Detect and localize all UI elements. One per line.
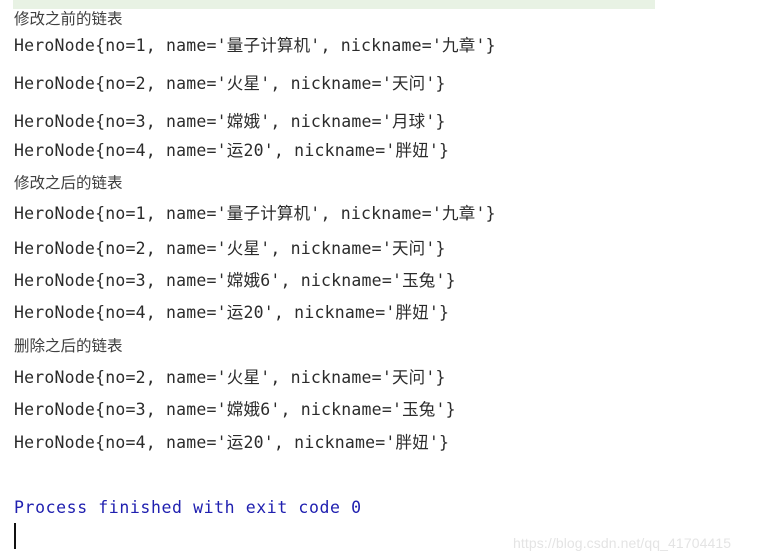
- exit-code-message: Process finished with exit code 0: [14, 498, 362, 517]
- console-line: HeroNode{no=4, name='运20', nickname='胖妞'…: [14, 141, 450, 160]
- section-heading: 删除之后的链表: [14, 337, 123, 355]
- section-heading: 修改之后的链表: [14, 174, 123, 192]
- section-heading: 修改之前的链表: [14, 10, 123, 28]
- console-line: HeroNode{no=3, name='嫦娥6', nickname='玉兔'…: [14, 271, 456, 290]
- console-line: HeroNode{no=4, name='运20', nickname='胖妞'…: [14, 303, 450, 322]
- console-line: HeroNode{no=3, name='嫦娥', nickname='月球'}: [14, 112, 446, 131]
- console-line: HeroNode{no=3, name='嫦娥6', nickname='玉兔'…: [14, 400, 456, 419]
- text-caret: [14, 523, 16, 549]
- console-line: HeroNode{no=2, name='火星', nickname='天问'}: [14, 368, 446, 387]
- watermark-text: https://blog.csdn.net/qq_41704415: [513, 535, 732, 551]
- console-line: HeroNode{no=1, name='量子计算机', nickname='九…: [14, 36, 496, 55]
- console-line: HeroNode{no=4, name='运20', nickname='胖妞'…: [14, 433, 450, 452]
- console-line: HeroNode{no=1, name='量子计算机', nickname='九…: [14, 204, 496, 223]
- console-line: HeroNode{no=2, name='火星', nickname='天问'}: [14, 239, 446, 258]
- console-line: HeroNode{no=2, name='火星', nickname='天问'}: [14, 74, 446, 93]
- console-output-panel[interactable]: 修改之前的链表 HeroNode{no=1, name='量子计算机', nic…: [0, 0, 773, 560]
